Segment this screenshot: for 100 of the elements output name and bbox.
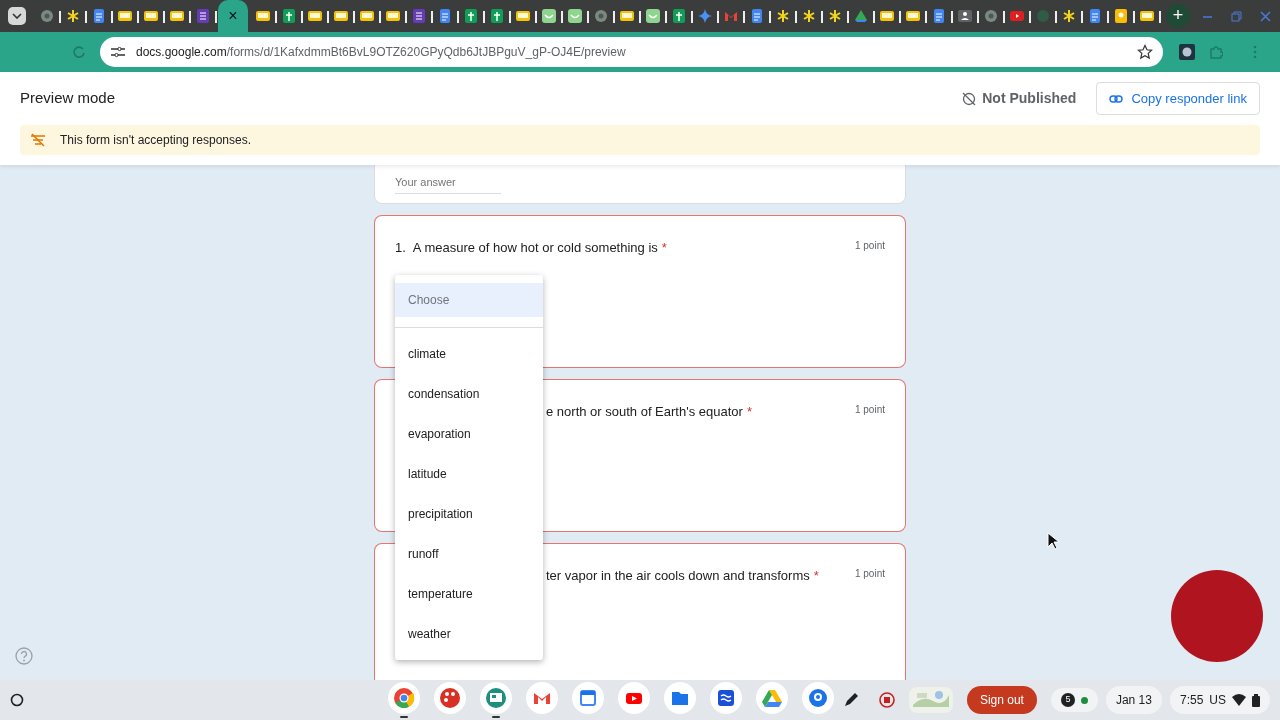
smile-icon xyxy=(568,9,582,23)
dropdown-option[interactable]: climate xyxy=(395,334,543,374)
cursor-icon xyxy=(1047,532,1059,550)
status-dot-icon xyxy=(1080,696,1088,704)
url-text: docs.google.com/forms/d/1KafxdmmBt6BvL9OTZ620GPyQdb6JtJBPguV_gP-OJ4E/preview xyxy=(136,44,626,61)
spreadsheet-icon xyxy=(490,9,504,23)
dropdown-option[interactable]: precipitation xyxy=(395,494,543,534)
chrome-icon xyxy=(40,9,54,23)
battery-icon xyxy=(1252,693,1260,707)
caret-icon xyxy=(12,13,22,19)
person-card-icon xyxy=(958,9,972,23)
extension-icon[interactable] xyxy=(1179,44,1195,60)
dropdown-option[interactable]: latitude xyxy=(395,454,543,494)
camera-icon xyxy=(807,687,829,709)
form-icon xyxy=(196,9,210,23)
slides-icon xyxy=(386,9,400,23)
shelf-app[interactable] xyxy=(388,681,420,719)
status-text: Not Published xyxy=(982,89,1077,108)
asterisk-icon xyxy=(1062,9,1076,23)
dropdown-option[interactable]: temperature xyxy=(395,574,543,614)
slides-icon xyxy=(118,9,132,23)
slides-icon xyxy=(1140,9,1154,23)
browser-tab[interactable]: × xyxy=(218,0,248,32)
sparkle-icon xyxy=(698,9,712,23)
link-icon xyxy=(1109,94,1124,103)
shelf-app[interactable] xyxy=(480,681,512,719)
asterisk-icon xyxy=(802,9,816,23)
slides-icon xyxy=(360,9,374,23)
chrome-icon xyxy=(984,9,998,23)
smile-icon xyxy=(542,9,556,23)
notification-tray[interactable]: 5 xyxy=(1050,688,1098,712)
spreadsheet-icon xyxy=(282,9,296,23)
required-mark: * xyxy=(746,404,752,419)
unpublished-icon xyxy=(962,91,977,106)
locale-text: US xyxy=(1209,692,1226,709)
smile-icon xyxy=(646,9,660,23)
document-icon xyxy=(438,9,452,23)
slides-icon xyxy=(144,9,158,23)
points-label: 1 point xyxy=(854,403,885,417)
launcher-icon[interactable] xyxy=(10,693,24,707)
slides-icon xyxy=(334,9,348,23)
browser-icon xyxy=(393,687,415,709)
notification-count: 5 xyxy=(1060,693,1075,707)
star-icon[interactable] xyxy=(1137,44,1153,60)
asterisk-icon xyxy=(828,9,842,23)
play-icon xyxy=(1010,9,1024,23)
page-title: Preview mode xyxy=(20,88,116,109)
slides-icon xyxy=(308,9,322,23)
spreadsheet-icon xyxy=(464,9,478,23)
copy-link-button[interactable]: Copy responder link xyxy=(1096,81,1260,116)
slides-icon xyxy=(906,9,920,23)
required-mark: * xyxy=(813,568,819,583)
document-icon xyxy=(750,9,764,23)
document-icon xyxy=(92,9,106,23)
pen-icon[interactable] xyxy=(842,692,859,708)
points-label: 1 point xyxy=(854,239,885,253)
asterisk-icon xyxy=(66,9,80,23)
chrome-icon xyxy=(594,9,608,23)
status-tray[interactable]: 7:55 US xyxy=(1169,686,1270,714)
slides-icon xyxy=(620,9,634,23)
close-icon[interactable] xyxy=(1259,9,1272,23)
site-info-icon[interactable] xyxy=(110,45,126,59)
slides-icon xyxy=(256,9,270,23)
required-mark: * xyxy=(661,240,667,255)
question-text: A measure of how hot or cold something is xyxy=(412,240,658,255)
answer-field[interactable]: Your answer xyxy=(395,174,501,194)
banner-text: This form isn't accepting responses. xyxy=(60,132,252,149)
points-label: 1 point xyxy=(854,567,885,581)
slides-icon xyxy=(170,9,184,23)
new-tab-button[interactable]: + xyxy=(1166,4,1190,28)
calendar-icon xyxy=(577,687,599,709)
address-bar[interactable]: docs.google.com/forms/d/1KafxdmmBt6BvL9OTZ620GPyQdb6JtJBPguV_gP-OJ4E/preview xyxy=(100,37,1163,67)
sign-out-button[interactable]: Sign out xyxy=(966,686,1037,714)
dropdown-option[interactable]: weather xyxy=(395,614,543,654)
dropdown-option[interactable]: Choose xyxy=(395,283,543,317)
question-text: ter vapor in the air cools down and transforms xyxy=(546,568,810,583)
question-text: e north or south of Earth's equator xyxy=(546,404,743,419)
dropdown-option[interactable]: evaporation xyxy=(395,414,543,454)
dropdown-option[interactable]: runoff xyxy=(395,534,543,574)
no-responses-icon xyxy=(30,133,46,147)
form-icon xyxy=(412,9,426,23)
wave-icon xyxy=(715,687,737,709)
tab-menu-button[interactable] xyxy=(8,7,26,25)
bulb-icon xyxy=(1114,9,1128,23)
document-icon xyxy=(932,9,946,23)
slides-icon xyxy=(516,9,530,23)
triangle-icon xyxy=(854,9,868,23)
triangle-icon xyxy=(761,687,783,709)
wifi-icon xyxy=(1232,694,1246,706)
asterisk-icon xyxy=(776,9,790,23)
palette-icon xyxy=(439,687,461,709)
clock-text: 7:55 xyxy=(1179,692,1204,709)
record-icon[interactable] xyxy=(878,692,895,708)
date-button[interactable]: Jan 13 xyxy=(1105,686,1162,714)
dropdown-option[interactable]: condensation xyxy=(395,374,543,414)
document-icon xyxy=(1088,9,1102,23)
spreadsheet-icon xyxy=(672,9,686,23)
board-icon xyxy=(485,687,507,709)
question-number: 1. xyxy=(395,239,406,257)
slides-icon xyxy=(880,9,894,23)
